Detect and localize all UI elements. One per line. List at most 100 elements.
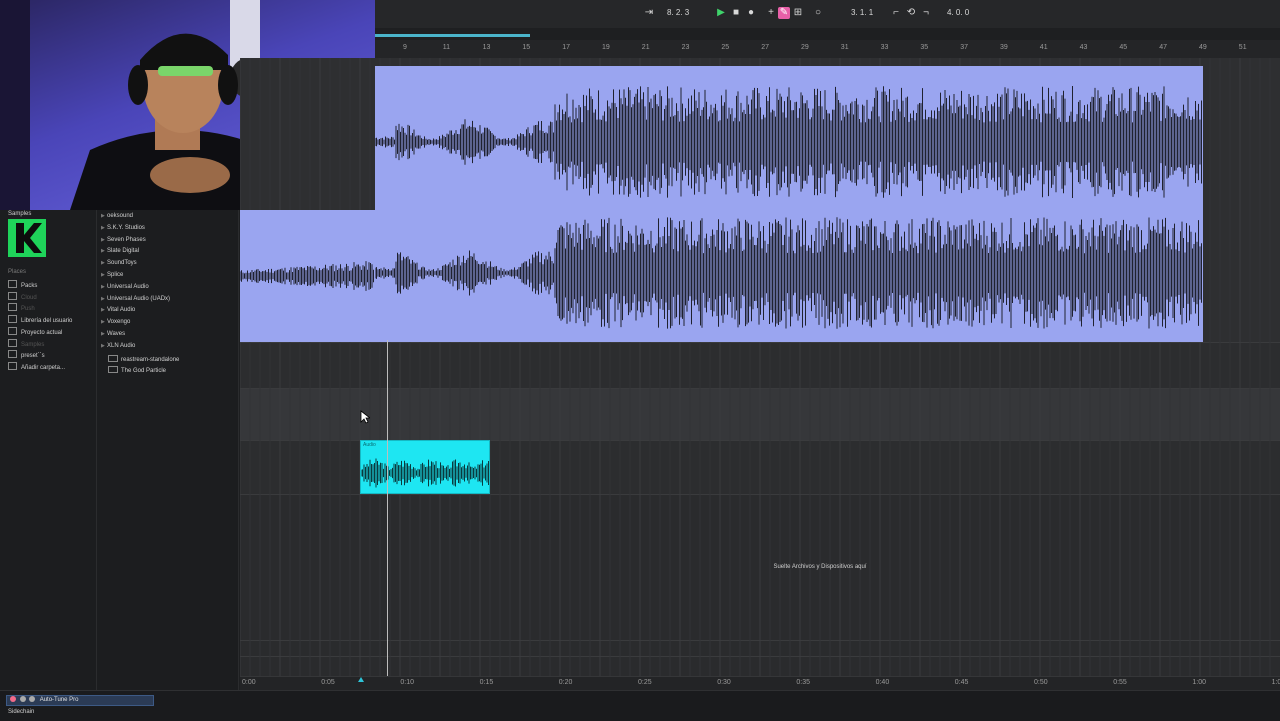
library-item-label: Voxengo	[107, 319, 131, 326]
bar-number: 47	[1159, 44, 1167, 51]
arrangement-position[interactable]: 8. 2. 3	[667, 8, 689, 17]
bar-number: 17	[562, 44, 570, 51]
library-item-label: The God Particle	[121, 368, 167, 375]
time-label: 1:00	[1192, 679, 1207, 686]
loop-switch-icon[interactable]: ⟲	[905, 7, 917, 19]
bar-number: 51	[1238, 44, 1247, 51]
library-item-label: XLN Audio	[107, 342, 136, 349]
bar-number: 43	[1079, 44, 1088, 51]
library-item-label: SoundToys	[107, 260, 137, 267]
places-item[interactable]: Proyecto actual	[8, 326, 63, 336]
device-power-icon[interactable]	[10, 696, 16, 702]
loop-brace[interactable]	[375, 34, 530, 37]
time-label: 1:05	[1271, 679, 1280, 686]
places-item-label: Añadir carpeta...	[21, 364, 66, 371]
time-label: 0:40	[875, 679, 890, 686]
playhead[interactable]	[387, 340, 388, 678]
library-item[interactable]: reastream-standalone	[108, 354, 180, 363]
time-label: 0:25	[638, 679, 652, 686]
time-label: 0:50	[1034, 679, 1048, 686]
drop-hint-text: Suelte Archivos y Dispositivos aquí	[773, 564, 867, 570]
time-marker-icon[interactable]	[358, 677, 364, 682]
places-item-label: Push	[21, 306, 35, 313]
library-item[interactable]: ▶ XLN Audio	[101, 343, 135, 349]
time-label: 0:55	[1113, 679, 1127, 686]
loop-start-field[interactable]: 3. 1. 1	[851, 8, 873, 17]
places-item[interactable]: Packs	[8, 280, 37, 289]
bar-number: 27	[761, 44, 769, 51]
automation-arm-icon[interactable]: ✎	[778, 7, 790, 19]
add-folder-icon	[8, 361, 17, 370]
audio-clip-large[interactable]	[375, 66, 1203, 342]
library-item[interactable]: ▶ S.K.Y. Studios	[101, 225, 145, 231]
bar-number: 23	[681, 44, 690, 51]
folder-icon	[8, 338, 17, 347]
waveform	[240, 261, 374, 291]
time-label: 0:15	[479, 679, 494, 686]
device-title-bar[interactable]: Auto-Tune Pro	[6, 695, 154, 706]
time-ruler[interactable]: 0:00 0:05 0:10 0:15 0:20 0:25 0:30 0:35 0:40 0:45…	[240, 676, 1280, 691]
places-item[interactable]: Samples	[8, 338, 45, 348]
places-item[interactable]: Librería del usuario	[8, 315, 72, 324]
beat-time-ruler[interactable]: 9 11 13 15 17 19 21 23 25 27 29 31 33 35 37 39 41 43 45 47 4…	[375, 40, 1280, 59]
library-item[interactable]: ▶ Universal Audio	[101, 284, 149, 290]
places-item[interactable]: Cloud	[8, 291, 37, 301]
time-label: 0:05	[321, 679, 335, 686]
bar-number: 41	[1039, 44, 1048, 51]
library-item-label: Vital Audio	[107, 307, 136, 314]
library-item-label: reastream-standalone	[121, 356, 180, 363]
overdub-icon[interactable]: +	[765, 7, 777, 19]
loop-length-field[interactable]: 4. 0. 0	[947, 8, 969, 17]
bar-number: 13	[482, 44, 491, 51]
follow-icon[interactable]: ⇥	[643, 7, 655, 19]
punch-in-icon[interactable]: ⌐	[890, 7, 902, 19]
push-icon	[8, 303, 17, 312]
transport-bar: ⇥ 8. 2. 3 ▶ ■ ● + ✎ ⊞ ○ 3. 1. 1 ⌐ ⟲ ¬ 4.…	[375, 0, 1280, 28]
play-icon[interactable]: ▶	[715, 7, 727, 19]
audio-clip-small[interactable]: Audio	[360, 440, 490, 494]
bar-number: 11	[442, 44, 451, 51]
stop-icon[interactable]: ■	[730, 7, 742, 19]
library-item[interactable]: ▶ oeksound	[101, 213, 133, 219]
folder-icon	[8, 350, 17, 359]
collection-title[interactable]: Samples	[8, 211, 31, 217]
library-item[interactable]: ▶ Voxengo	[101, 319, 130, 325]
bar-number: 45	[1119, 44, 1128, 51]
record-icon[interactable]: ●	[745, 7, 757, 19]
library-item[interactable]: ▶ Slate Digital	[101, 248, 139, 254]
library-item[interactable]: ▶ Vital Audio	[101, 307, 135, 313]
time-label: 0:45	[954, 679, 969, 686]
library-item[interactable]: ▶ Seven Phases	[101, 237, 146, 243]
sidechain-label: Sidechain	[8, 709, 35, 715]
clip-name: Audio	[363, 442, 376, 448]
library-item[interactable]: ▶ Splice	[101, 272, 123, 278]
loop-icon[interactable]: ○	[812, 7, 824, 19]
device-fold-icon[interactable]	[19, 696, 26, 702]
plugin-file-icon	[108, 354, 118, 362]
bar-number: 31	[840, 44, 849, 51]
places-item[interactable]: preset´´s	[8, 350, 45, 359]
library-item[interactable]: ▶ Universal Audio (UADx)	[101, 296, 170, 302]
places-item[interactable]: Añadir carpeta...	[8, 361, 66, 371]
library-item-label: Seven Phases	[107, 236, 146, 243]
time-label: 0:30	[717, 679, 731, 686]
folder-icon	[8, 326, 17, 335]
folder-icon	[8, 315, 17, 324]
places-item-label: preset´´s	[21, 353, 45, 360]
session-record-icon[interactable]: ⊞	[792, 7, 804, 19]
bar-number: 29	[801, 44, 809, 51]
punch-out-icon[interactable]: ¬	[920, 7, 932, 19]
bar-number: 25	[721, 44, 730, 51]
k-logo-icon	[8, 219, 46, 257]
library-item[interactable]: ▶ Waves	[101, 331, 125, 337]
places-item[interactable]: Push	[8, 303, 35, 312]
device-edit-icon[interactable]	[29, 696, 36, 702]
library-item[interactable]: The God Particle	[108, 366, 166, 374]
places-item-label: Proyecto actual	[21, 329, 63, 336]
folder-icon	[8, 280, 17, 288]
audio-clip-large-left[interactable]	[240, 210, 375, 342]
browser-content-list: ▶ oeksound ▶ S.K.Y. Studios ▶ Seven Phases ▶ Sl…	[97, 210, 239, 690]
library-item[interactable]: ▶ SoundToys	[101, 260, 137, 266]
waveform	[361, 458, 489, 488]
places-item-label: Samples	[21, 341, 45, 348]
